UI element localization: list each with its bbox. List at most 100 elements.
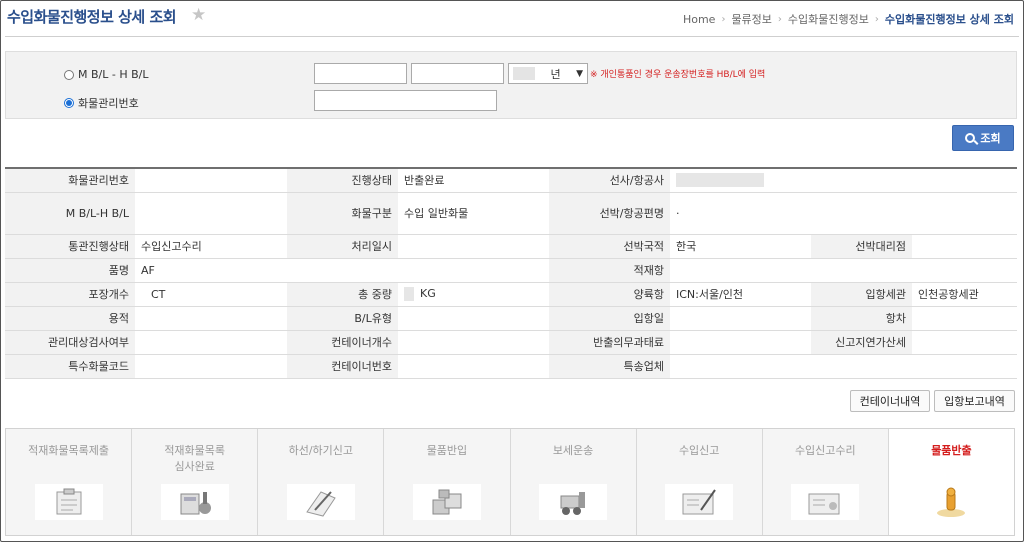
cell-label: 선박/항공편명 xyxy=(549,192,670,235)
personal-parcel-notice: ※ 개인통품인 경우 운송장번호를 HB/L에 입력 xyxy=(590,70,766,80)
table-row: 관리대상검사여부 컨테이너개수 반출의무과태료 신고지연가산세 xyxy=(5,330,1017,355)
search-panel: M B/L - H B/L 화물관리번호 년 ▼ ※ 개인통품인 경우 운송장번… xyxy=(5,51,1017,119)
step-unloading-report: 하선/하기신고 xyxy=(258,429,385,535)
search-button-label: 조회 xyxy=(980,132,1001,145)
step-declaration-accepted: 수입신고수리 xyxy=(763,429,889,535)
step-label: 하선/하기신고 xyxy=(288,444,354,457)
cell-label: 반출의무과태료 xyxy=(549,330,670,355)
cell-label: M B/L-H B/L xyxy=(5,192,135,235)
table-row: 특수화물코드 컨테이너번호 특송업체 xyxy=(5,354,1017,379)
cell-label: 컨테이너개수 xyxy=(287,330,398,355)
step-label: 적재화물목록제출 xyxy=(28,444,110,457)
cell-label: 품명 xyxy=(5,258,135,283)
cell-label: 처리일시 xyxy=(287,234,398,259)
step-goods-intake: 물품반입 xyxy=(384,429,511,535)
cell-label: 특송업체 xyxy=(549,354,670,379)
table-row: 용적 B/L유형 입항일 항차 xyxy=(5,306,1017,331)
cell-value xyxy=(912,306,1017,331)
cargo-number-input[interactable] xyxy=(314,90,497,111)
step-label: 물품반입 xyxy=(426,444,468,457)
breadcrumb-home[interactable]: Home xyxy=(683,13,715,26)
radio-bl-label: M B/L - H B/L xyxy=(78,68,149,81)
table-row: M B/L-H B/L 화물구분 수입 일반화물 선박/항공편명 · xyxy=(5,192,1017,235)
cell-label: 포장개수 xyxy=(5,282,135,307)
cell-label: 입항세관 xyxy=(811,282,912,307)
year-select[interactable]: 년 ▼ xyxy=(508,63,588,84)
cell-value: · xyxy=(670,192,1017,235)
cell-value xyxy=(670,330,811,355)
cell-value: ICN:서울/인천 xyxy=(670,282,811,307)
step-import-declaration: 수입신고 xyxy=(637,429,763,535)
redacted-carrier xyxy=(676,173,764,188)
chevron-right-icon: › xyxy=(777,13,782,25)
cell-label: 항차 xyxy=(811,306,912,331)
cell-value xyxy=(670,306,811,331)
cell-label: 신고지연가산세 xyxy=(811,330,912,355)
breadcrumb-logistics[interactable]: 물류정보 xyxy=(731,11,771,27)
search-button[interactable]: 조회 xyxy=(952,125,1014,151)
cell-label: 선박국적 xyxy=(549,234,670,259)
document-pen-icon xyxy=(665,484,734,520)
breadcrumb-current: 수입화물진행정보 상세 조회 xyxy=(884,13,1014,26)
radio-cargo-label: 화물관리번호 xyxy=(78,97,139,110)
cell-label: 특수화물코드 xyxy=(5,354,135,379)
cell-label: B/L유형 xyxy=(287,306,398,331)
cell-value: 한국 xyxy=(670,234,811,259)
breadcrumb-import-cargo[interactable]: 수입화물진행정보 xyxy=(788,11,869,27)
table-row: 품명 AF 적재항 xyxy=(5,258,1017,283)
cell-label: 용적 xyxy=(5,306,135,331)
radio-cargo[interactable] xyxy=(64,98,74,108)
cell-value xyxy=(670,258,1017,283)
stamp-icon xyxy=(917,484,986,520)
table-row: 화물관리번호 진행상태 반출완료 선사/항공사 xyxy=(5,168,1017,193)
cell-value xyxy=(135,330,287,355)
step-bonded-transport: 보세운송 xyxy=(511,429,637,535)
step-label: 수입신고수리 xyxy=(794,444,856,457)
cell-value xyxy=(398,306,549,331)
redacted-weight xyxy=(404,287,414,301)
breadcrumb: Home › 물류정보 › 수입화물진행정보 › 수입화물진행정보 상세 조회 xyxy=(683,11,1014,27)
cell-value xyxy=(135,306,287,331)
step-label: 적재화물목록 심사완료 xyxy=(164,444,226,473)
cell-value xyxy=(398,354,549,379)
cell-value xyxy=(135,168,287,193)
page-title: 수입화물진행정보 상세 조회 xyxy=(7,8,177,26)
year-value xyxy=(513,67,535,80)
cell-value xyxy=(398,234,549,259)
weight-cell: KG xyxy=(398,282,549,307)
cargo-detail-table: 화물관리번호 진행상태 반출완료 선사/항공사 M B/L-H B/L 화물구분… xyxy=(5,167,1017,379)
search-icon xyxy=(965,133,976,143)
table-row: 통관진행상태 수입신고수리 처리일시 선박국적 한국 선박대리점 xyxy=(5,234,1017,259)
cell-label: 통관진행상태 xyxy=(5,234,135,259)
step-goods-release: 물품반출 xyxy=(888,429,1014,535)
cell-value: 수입신고수리 xyxy=(135,234,287,259)
cell-label: 진행상태 xyxy=(287,168,398,193)
calculator-stamp-icon xyxy=(160,484,229,520)
document-approved-icon xyxy=(791,484,860,520)
favorite-star-icon[interactable]: ★ xyxy=(191,5,206,25)
cell-value: 수입 일반화물 xyxy=(398,192,549,235)
cell-label: 컨테이너번호 xyxy=(287,354,398,379)
chevron-right-icon: › xyxy=(721,13,726,25)
arrival-report-button[interactable]: 입항보고내역 xyxy=(934,390,1015,412)
cell-label: 입항일 xyxy=(549,306,670,331)
radio-option-cargo[interactable]: 화물관리번호 xyxy=(64,95,139,111)
carrier-value xyxy=(670,168,1017,193)
cell-value xyxy=(398,330,549,355)
mbl-input[interactable] xyxy=(314,63,407,84)
cell-value: 반출완료 xyxy=(398,168,549,193)
cell-label: 화물관리번호 xyxy=(5,168,135,193)
hbl-input[interactable] xyxy=(411,63,504,84)
cell-value xyxy=(670,354,1017,379)
boxes-icon xyxy=(412,484,481,520)
cell-value: KG xyxy=(420,287,436,300)
cell-value: CT xyxy=(135,282,287,307)
radio-bl[interactable] xyxy=(64,69,74,80)
clipboard-icon xyxy=(34,484,103,520)
step-manifest-submit: 적재화물목록제출 xyxy=(6,429,133,535)
cell-label: 양륙항 xyxy=(549,282,670,307)
radio-option-bl[interactable]: M B/L - H B/L xyxy=(64,68,148,81)
chevron-right-icon: › xyxy=(874,13,879,25)
cell-value: 인천공항세관 xyxy=(912,282,1017,307)
container-details-button[interactable]: 컨테이너내역 xyxy=(850,390,930,412)
